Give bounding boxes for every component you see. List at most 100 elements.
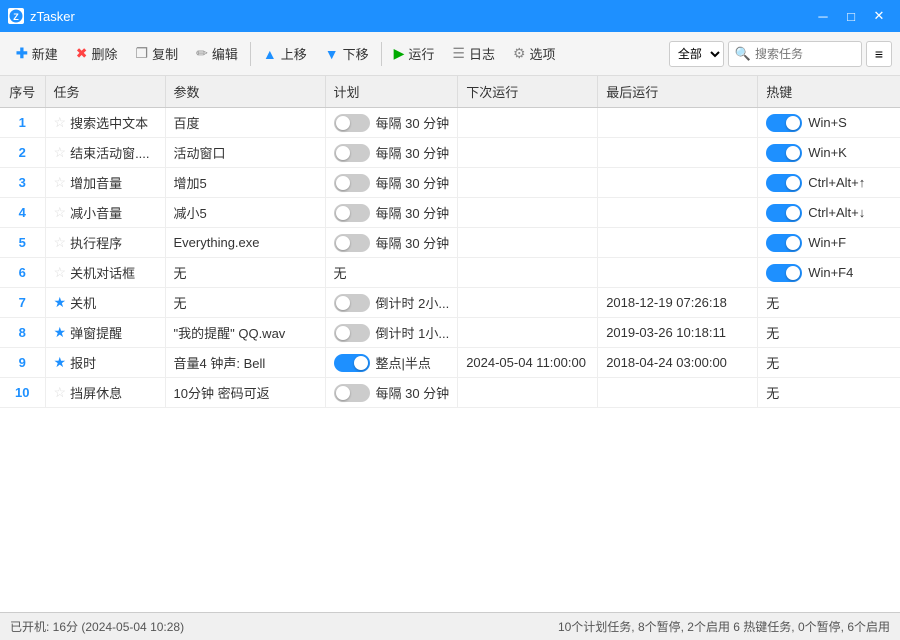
hotkey-toggle[interactable] (766, 114, 802, 132)
separator-1 (250, 42, 251, 66)
cell-next-run: 2024-05-04 11:00:00 (458, 348, 598, 378)
new-button[interactable]: ✚ 新建 (8, 38, 66, 70)
table-row[interactable]: 5☆执行程序Everything.exe每隔 30 分钟Win+F (0, 228, 900, 258)
star-icon[interactable]: ☆ (54, 264, 67, 281)
task-name: 关机对话框 (70, 263, 135, 282)
table-row[interactable]: 10☆挡屏休息10分钟 密码可返每隔 30 分钟无 (0, 378, 900, 408)
copy-button[interactable]: ❐ 复制 (128, 38, 187, 70)
hotkey-toggle[interactable] (766, 264, 802, 282)
col-header-next: 下次运行 (458, 76, 598, 108)
hotkey-toggle[interactable] (766, 234, 802, 252)
cell-plan: 每隔 30 分钟 (325, 138, 458, 168)
table-row[interactable]: 8★弹窗提醒"我的提醒" QQ.wav倒计时 1小...2019-03-26 1… (0, 318, 900, 348)
close-button[interactable]: ✕ (866, 6, 892, 26)
star-icon[interactable]: ★ (54, 294, 67, 311)
plan-text: 每隔 30 分钟 (376, 113, 450, 132)
task-name: 挡屏休息 (70, 383, 122, 402)
table-row[interactable]: 6☆关机对话框无无Win+F4 (0, 258, 900, 288)
plan-toggle[interactable] (334, 204, 370, 222)
star-icon[interactable]: ★ (54, 354, 67, 371)
settings-button[interactable]: ⚙ 选项 (505, 38, 564, 70)
cell-hotkey: Ctrl+Alt+↑ (758, 168, 900, 198)
cell-seq: 9 (0, 348, 45, 378)
hotkey-toggle[interactable] (766, 174, 802, 192)
maximize-button[interactable]: □ (838, 6, 864, 26)
cell-seq: 10 (0, 378, 45, 408)
filter-select[interactable]: 全部 (669, 41, 724, 67)
cell-last-run: 2019-03-26 10:18:11 (598, 318, 758, 348)
app-icon: Z (8, 8, 24, 24)
task-name: 执行程序 (70, 233, 122, 252)
run-button[interactable]: ▶ 运行 (386, 38, 443, 70)
toolbar: ✚ 新建 ✖ 删除 ❐ 复制 ✏ 编辑 ▲ 上移 ▼ 下移 ▶ 运行 ☰ 日志 … (0, 32, 900, 76)
cell-seq: 6 (0, 258, 45, 288)
plan-toggle[interactable] (334, 384, 370, 402)
table-row[interactable]: 9★报时音量4 钟声: Bell整点|半点2024-05-04 11:00:00… (0, 348, 900, 378)
cell-param: "我的提醒" QQ.wav (165, 318, 325, 348)
cell-seq: 8 (0, 318, 45, 348)
plan-toggle[interactable] (334, 324, 370, 342)
cell-task: ☆结束活动窗.... (45, 138, 165, 168)
cell-plan: 整点|半点 (325, 348, 458, 378)
plan-toggle[interactable] (334, 234, 370, 252)
plan-toggle[interactable] (334, 354, 370, 372)
new-button-label: 新建 (32, 44, 58, 63)
cell-next-run (458, 138, 598, 168)
plan-text: 每隔 30 分钟 (376, 173, 450, 192)
table-row[interactable]: 2☆结束活动窗....活动窗口每隔 30 分钟Win+K (0, 138, 900, 168)
log-button[interactable]: ☰ 日志 (444, 38, 503, 70)
edit-button[interactable]: ✏ 编辑 (188, 38, 246, 70)
star-icon[interactable]: ☆ (54, 144, 67, 161)
search-box: 🔍 (728, 41, 862, 67)
task-table: 序号 任务 参数 计划 下次运行 最后运行 热键 1☆搜索选中文本百度每隔 30… (0, 76, 900, 408)
statusbar: 已开机: 16分 (2024-05-04 10:28) 10个计划任务, 8个暂… (0, 612, 900, 640)
cell-seq: 4 (0, 198, 45, 228)
status-right: 10个计划任务, 8个暂停, 2个启用 6 热键任务, 0个暂停, 6个启用 (558, 618, 890, 635)
cell-next-run (458, 288, 598, 318)
cell-last-run (598, 258, 758, 288)
hotkey-toggle[interactable] (766, 144, 802, 162)
star-icon[interactable]: ☆ (54, 204, 67, 221)
table-row[interactable]: 7★关机无倒计时 2小...2018-12-19 07:26:18无 (0, 288, 900, 318)
hotkey-text: Win+S (808, 115, 847, 130)
table-row[interactable]: 4☆减小音量减小5每隔 30 分钟Ctrl+Alt+↓ (0, 198, 900, 228)
run-icon: ▶ (394, 45, 405, 62)
cell-param: 减小5 (165, 198, 325, 228)
search-input[interactable] (755, 47, 855, 61)
svg-text:Z: Z (13, 12, 19, 22)
menu-icon: ≡ (875, 46, 883, 62)
plan-toggle[interactable] (334, 294, 370, 312)
table-row[interactable]: 3☆增加音量增加5每隔 30 分钟Ctrl+Alt+↑ (0, 168, 900, 198)
up-button[interactable]: ▲ 上移 (255, 38, 315, 70)
star-icon[interactable]: ★ (54, 324, 67, 341)
minimize-button[interactable]: ─ (810, 6, 836, 26)
table-row[interactable]: 1☆搜索选中文本百度每隔 30 分钟Win+S (0, 108, 900, 138)
cell-next-run (458, 198, 598, 228)
cell-next-run (458, 318, 598, 348)
window-controls: ─ □ ✕ (810, 6, 892, 26)
down-button-label: 下移 (343, 44, 369, 63)
star-icon[interactable]: ☆ (54, 384, 67, 401)
plan-text: 每隔 30 分钟 (376, 383, 450, 402)
cell-task: ☆挡屏休息 (45, 378, 165, 408)
plan-toggle[interactable] (334, 174, 370, 192)
hotkey-text: 无 (766, 353, 779, 372)
hotkey-text: 无 (766, 323, 779, 342)
up-icon: ▲ (263, 46, 277, 62)
star-icon[interactable]: ☆ (54, 114, 67, 131)
hotkey-toggle[interactable] (766, 204, 802, 222)
plan-toggle[interactable] (334, 114, 370, 132)
cell-hotkey: 无 (758, 348, 900, 378)
plan-toggle[interactable] (334, 144, 370, 162)
cell-next-run (458, 378, 598, 408)
menu-button[interactable]: ≡ (866, 41, 892, 67)
down-button[interactable]: ▼ 下移 (317, 38, 377, 70)
log-icon: ☰ (452, 45, 465, 62)
cell-seq: 3 (0, 168, 45, 198)
cell-plan: 每隔 30 分钟 (325, 108, 458, 138)
cell-hotkey: Ctrl+Alt+↓ (758, 198, 900, 228)
star-icon[interactable]: ☆ (54, 234, 67, 251)
star-icon[interactable]: ☆ (54, 174, 67, 191)
hotkey-text: 无 (766, 293, 779, 312)
delete-button[interactable]: ✖ 删除 (68, 38, 126, 70)
